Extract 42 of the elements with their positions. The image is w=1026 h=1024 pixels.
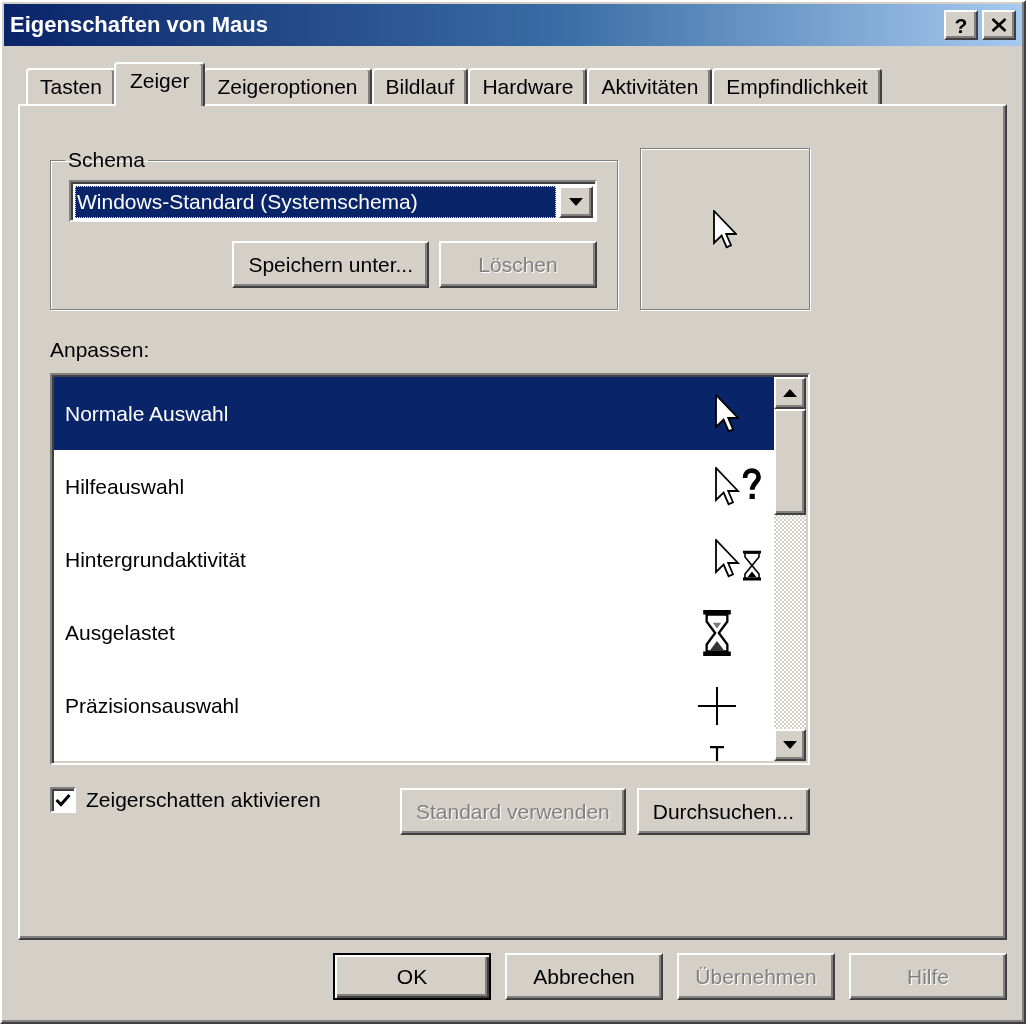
window-title: Eigenschaften von Maus [10,12,269,38]
list-item[interactable]: Präzisionsauswahl [54,669,774,742]
title-help-button[interactable]: ? [944,10,978,40]
hourglass-icon [703,609,731,656]
tab[interactable]: Bildlauf [371,68,469,104]
group-label: Schema [67,148,147,172]
arrow-hourglass-icon [715,538,763,581]
tab[interactable]: Tasten [26,68,116,104]
close-button[interactable] [982,10,1016,40]
list-item[interactable]: Normale Auswahl [54,377,774,450]
tab[interactable]: Hardware [468,68,588,104]
browse-button[interactable]: Durchsuchen... [636,788,810,835]
scheme-dropdown[interactable]: Windows-Standard (Systemschema) [69,180,597,222]
check-icon [55,793,71,807]
list-item[interactable]: Hilfeauswahl [54,450,774,523]
ok-button[interactable]: OK [333,953,491,1000]
tab[interactable]: Empfindlichkeit [712,68,882,104]
list-item[interactable]: Ausgelastet [54,596,774,669]
close-icon [991,18,1007,32]
save-as-button[interactable]: Speichern unter... [232,241,429,288]
help-cursor-icon [715,467,763,506]
crosshair-icon [698,686,736,725]
scrollbar-thumb[interactable] [774,409,806,515]
tab[interactable]: Zeiger [113,62,206,106]
arrow-cursor-icon [713,209,737,249]
scroll-up-button[interactable] [774,377,806,409]
down-arrow-icon [783,741,797,749]
cancel-button[interactable]: Abbrechen [505,953,663,1000]
up-arrow-icon [783,389,797,397]
i-beam-icon [709,746,725,761]
list-item[interactable]: Hintergrundaktivität [54,523,774,596]
list-label: Anpassen: [50,338,151,362]
arrow-cursor-icon [715,394,739,433]
checkbox[interactable] [50,787,76,813]
tab[interactable]: Zeigeroptionen [203,68,372,104]
scroll-down-button[interactable] [774,729,806,761]
scrollbar[interactable] [774,377,806,761]
tab[interactable]: Aktivitäten [587,68,713,104]
dropdown-button[interactable] [559,186,593,218]
selected-value: Windows-Standard (Systemschema) [75,186,556,218]
caret-icon [569,198,583,206]
checkbox-label: Zeigerschatten aktivieren [86,788,321,812]
